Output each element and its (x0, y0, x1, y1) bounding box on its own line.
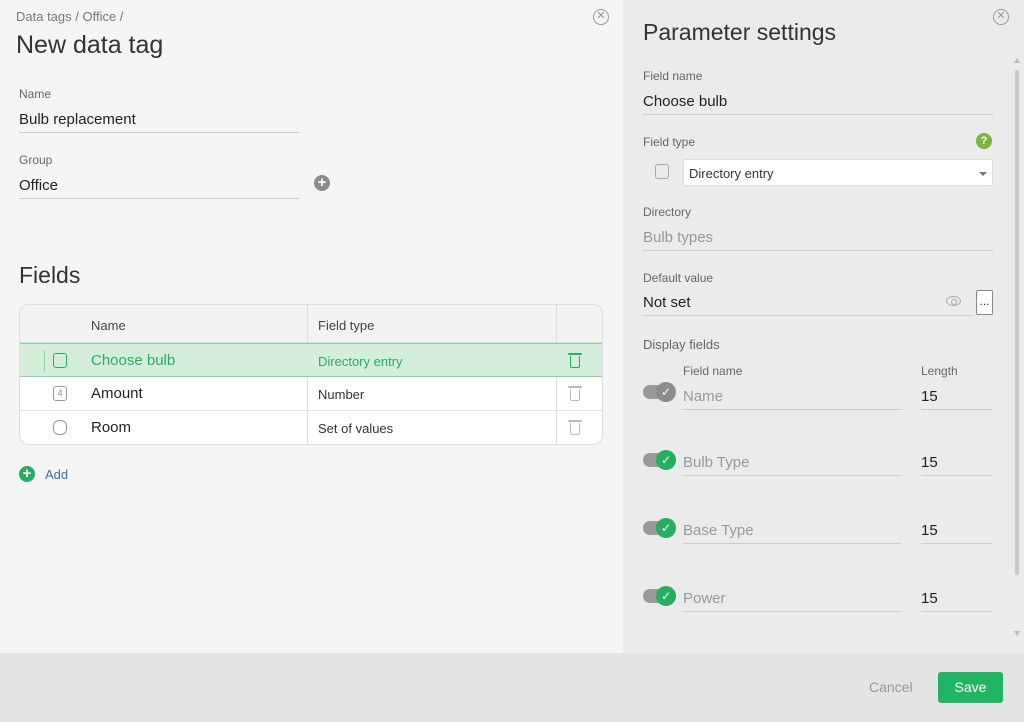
trash-icon[interactable] (568, 352, 582, 368)
add-group-icon[interactable]: + (314, 175, 330, 191)
display-field-name[interactable]: Power (683, 590, 901, 612)
plus-icon: + (19, 466, 35, 482)
name-input[interactable]: Bulb replacement (19, 111, 299, 133)
eye-icon[interactable] (946, 296, 961, 306)
breadcrumb[interactable]: Data tags / Office / (16, 9, 123, 24)
data-tag-form: Data tags / Office / ✕ New data tag Name… (0, 0, 623, 653)
row-type: Directory entry (318, 354, 403, 369)
toggle-power[interactable]: ✓ (643, 586, 676, 606)
parameter-settings-panel: Parameter settings ✕ Field name Choose b… (623, 0, 1024, 653)
number-icon: 4 (53, 386, 67, 401)
directory-icon (53, 353, 67, 368)
directory-label: Directory (643, 205, 692, 219)
table-row[interactable]: Room Set of values (20, 411, 602, 444)
help-icon[interactable]: ? (976, 133, 992, 149)
display-fields-label: Display fields (643, 337, 720, 352)
default-value-label: Default value (643, 271, 714, 285)
table-header: Name Field type (20, 305, 602, 343)
row-name: Choose bulb (91, 352, 176, 369)
set-icon (53, 420, 67, 435)
scroll-down-arrow[interactable] (1014, 631, 1020, 636)
more-button[interactable]: ... (976, 290, 993, 315)
add-label: Add (45, 466, 69, 482)
fields-table: Name Field type Choose bulb Directory en… (19, 304, 603, 445)
check-icon: ✓ (656, 450, 676, 470)
table-row[interactable]: Choose bulb Directory entry (20, 343, 602, 377)
close-icon[interactable]: ✕ (993, 9, 1009, 25)
scroll-up-arrow[interactable] (1014, 58, 1020, 63)
column-header-type: Field type (318, 318, 375, 333)
cancel-button[interactable]: Cancel (869, 679, 913, 695)
field-type-select[interactable]: Directory entry (683, 159, 993, 186)
display-field-name[interactable]: Base Type (683, 522, 901, 544)
panel-title: Parameter settings (643, 19, 837, 45)
scroll-thumb[interactable] (1015, 70, 1019, 575)
toggle-bulb-type[interactable]: ✓ (643, 450, 676, 470)
scrollbar[interactable] (1014, 58, 1020, 638)
column-header-length: Length (921, 364, 958, 378)
default-value-input[interactable]: Not set (643, 294, 943, 315)
row-type: Set of values (318, 421, 394, 436)
display-field-name[interactable]: Name (683, 388, 901, 410)
field-name-label: Field name (643, 69, 703, 83)
footer: Cancel (0, 653, 1024, 722)
group-input[interactable]: Office (19, 177, 299, 199)
display-field-name[interactable]: Bulb Type (683, 454, 901, 476)
page-title: New data tag (16, 31, 164, 59)
column-header-field-name: Field name (683, 364, 743, 378)
check-icon: ✓ (656, 586, 676, 606)
directory-icon (655, 164, 669, 179)
toggle-name[interactable]: ✓ (643, 382, 676, 402)
display-field-length[interactable]: 15 (921, 522, 992, 544)
close-icon[interactable]: ✕ (593, 9, 609, 25)
display-field-length[interactable]: 15 (921, 388, 992, 410)
group-label: Group (19, 153, 53, 167)
default-value-underline (643, 315, 973, 316)
save-button[interactable]: Save (938, 672, 1003, 703)
field-type-label: Field type (643, 135, 696, 149)
trash-icon[interactable] (568, 419, 582, 435)
row-type: Number (318, 387, 365, 402)
chevron-down-icon (979, 172, 987, 176)
name-label: Name (19, 87, 52, 101)
field-type-value: Directory entry (689, 166, 774, 181)
column-header-name: Name (91, 318, 126, 333)
toggle-base-type[interactable]: ✓ (643, 518, 676, 538)
fields-title: Fields (19, 262, 81, 288)
directory-input[interactable]: Bulb types (643, 229, 993, 251)
row-divider (44, 350, 45, 372)
display-field-length[interactable]: 15 (921, 454, 992, 476)
field-name-input[interactable]: Choose bulb (643, 93, 993, 115)
add-field-button[interactable]: + Add (19, 466, 68, 482)
trash-icon[interactable] (568, 385, 582, 401)
table-row[interactable]: 4 Amount Number (20, 377, 602, 411)
display-field-length[interactable]: 15 (921, 590, 992, 612)
check-icon: ✓ (656, 382, 676, 402)
row-name: Room (91, 419, 132, 436)
check-icon: ✓ (656, 518, 676, 538)
row-name: Amount (91, 385, 143, 402)
